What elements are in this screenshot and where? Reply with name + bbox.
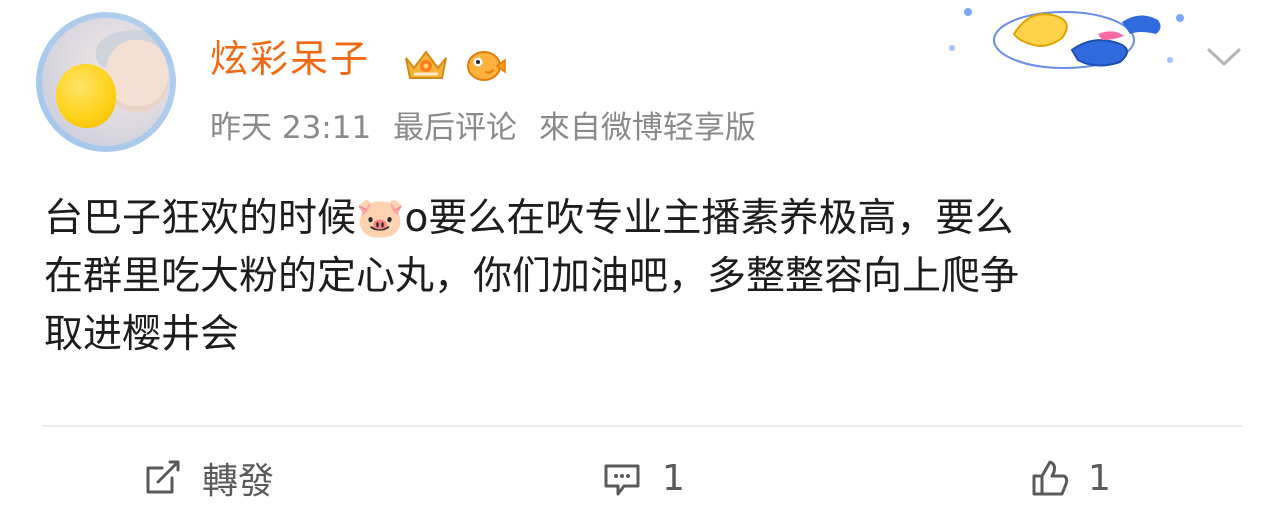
post-time: 昨天 23:11 [210,110,372,146]
avatar-ring [36,12,176,152]
divider [42,425,1242,427]
fish-icon[interactable] [462,44,506,86]
like-button[interactable]: 1 [1026,448,1111,508]
repost-button[interactable]: 轉發 [140,448,274,508]
avatar[interactable] [36,12,176,152]
post-text-line: 在群里吃大粉的定心丸，你们加油吧，多整整容向上爬争 [44,254,1020,299]
post-source[interactable]: 來自微博轻享版 [539,110,756,146]
post-content[interactable]: 台巴子狂欢的时候🐷o要么在吹专业主播素养极高，要么 在群里吃大粉的定心丸，你们加… [44,190,1244,364]
donald-duck-decoration [949,8,1184,69]
comment-count: 1 [662,457,685,499]
crown-vip-icon[interactable] [400,44,452,86]
thumbs-up-icon [1032,460,1069,496]
post-status: 最后评论 [393,110,518,146]
comment-icon [604,464,640,496]
weibo-post-card: 炫彩呆子 昨天 23:11 最后评论 來自微博轻享版 台巴子狂欢的时候🐷o要么在… [0,0,1284,518]
post-actions-bar: 轉發 1 1 [0,448,1284,508]
post-text-line: 取进樱井会 [44,312,240,357]
edit-share-icon [146,460,180,494]
chevron-down-icon[interactable] [1204,42,1244,70]
comment-button[interactable]: 1 [600,448,685,508]
like-count: 1 [1088,457,1111,499]
repost-label: 轉發 [202,461,275,502]
post-text-line: 台巴子狂欢的时候🐷o要么在吹专业主播素养极高，要么 [44,196,1014,241]
post-meta: 昨天 23:11 最后评论 來自微博轻享版 [210,113,768,144]
author-name[interactable]: 炫彩呆子 [210,40,370,78]
